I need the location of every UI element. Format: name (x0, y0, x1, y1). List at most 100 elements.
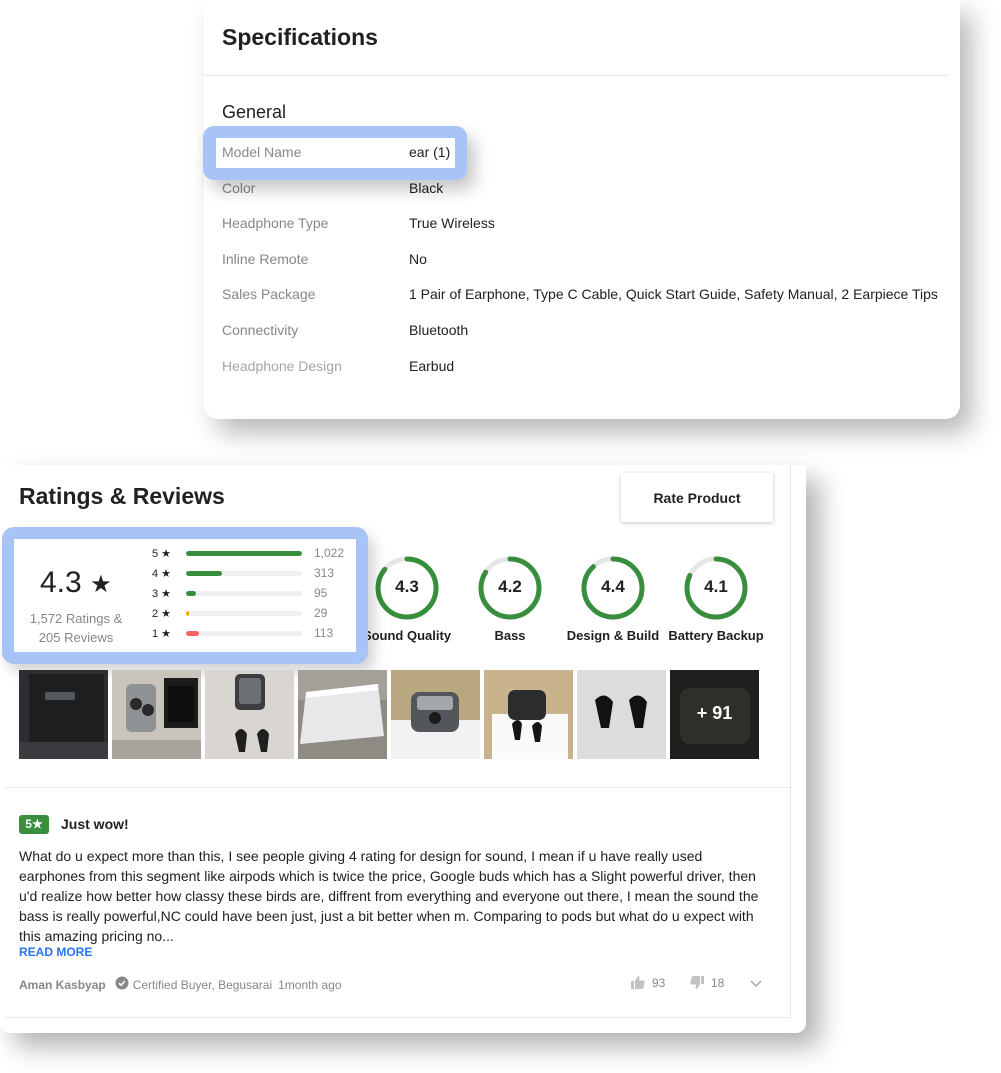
rating-bar-row: 4 ★ 313 (152, 566, 352, 581)
spec-section-title: General (222, 102, 287, 122)
spec-row-color: Color Black (222, 180, 942, 200)
ratings-count: 1,572 Ratings & (29, 611, 123, 626)
photo-two-earbuds (577, 670, 666, 759)
rating-bar-count: 113 (314, 626, 334, 640)
spec-key: Inline Remote (222, 251, 309, 267)
spec-key: Sales Package (222, 286, 316, 302)
specifications-card: Specifications General Color Black Headp… (204, 0, 960, 419)
spec-value: True Wireless (409, 215, 495, 231)
feature-rating-value: 4.4 (601, 577, 625, 596)
spec-key: Model Name (222, 144, 302, 160)
star-icon: ★ (90, 571, 112, 598)
rating-bar-count: 95 (314, 586, 328, 600)
rating-bar-track (186, 611, 302, 616)
ratings-reviews-count: 1,572 Ratings & 205 Reviews (14, 609, 138, 647)
rating-bar-row: 5 ★ 1,022 (152, 546, 352, 561)
rating-bar-fill (186, 631, 199, 636)
rating-bar-count: 29 (314, 606, 328, 620)
divider (204, 75, 948, 76)
rating-bar-row: 3 ★ 95 (152, 586, 352, 601)
divider (4, 787, 790, 788)
rating-bar-fill (186, 551, 302, 556)
spec-value: Bluetooth (409, 322, 469, 338)
average-rating-value: 4.3 (40, 566, 82, 599)
thumbs-up-icon (631, 976, 645, 989)
rating-bar-label: 4 ★ (152, 568, 172, 580)
spec-row-headphone-type: Headphone Type True Wireless (222, 215, 942, 235)
photo-case-with-buds (484, 670, 573, 759)
more-photos-count: + 91 (696, 703, 733, 723)
review-author: Aman Kasbyap (19, 977, 106, 992)
review-photo[interactable] (298, 670, 387, 759)
certified-check-icon (115, 976, 129, 993)
rating-summary: 4.3 ★ 1,572 Ratings & 205 Reviews 5 ★ 1,0… (14, 539, 356, 652)
star-icon: ★ (31, 817, 43, 831)
rating-summary-highlight: 4.3 ★ 1,572 Ratings & 205 Reviews 5 ★ 1,0… (2, 527, 368, 664)
spec-value: 1 Pair of Earphone, Type C Cable, Quick … (409, 286, 938, 302)
reviews-count: 205 Reviews (38, 630, 114, 645)
spec-key: Connectivity (222, 322, 299, 338)
chevron-down-icon[interactable] (749, 976, 763, 995)
read-more-link[interactable]: READ MORE (19, 945, 92, 959)
rating-bar-track (186, 571, 302, 576)
rating-bar-fill (186, 591, 197, 596)
review-time: 1month ago (278, 977, 342, 992)
rating-bar-fill (186, 611, 190, 616)
rating-bar-label: 5 ★ (152, 548, 172, 560)
photo-transparent-case (391, 670, 480, 759)
rating-bar-label: 2 ★ (152, 608, 172, 620)
review-rating-badge: 5★ (19, 815, 49, 834)
rating-bar-label: 1 ★ (152, 628, 172, 640)
review-photo[interactable] (19, 670, 108, 759)
ratings-title: Ratings & Reviews (19, 483, 225, 509)
review-photo[interactable] (484, 670, 573, 759)
rating-bar-row: 2 ★ 29 (152, 606, 352, 621)
rating-bar-count: 1,022 (314, 546, 345, 560)
spec-value: ear (1) (409, 144, 451, 160)
model-name-highlight: Model Name ear (1) (203, 126, 467, 180)
review-photo[interactable] (577, 670, 666, 759)
thumbs-down-icon (690, 976, 704, 989)
card-edge (790, 465, 791, 1020)
review-photo[interactable] (391, 670, 480, 759)
photo-box-closed (298, 670, 387, 759)
review-photo[interactable] (205, 670, 294, 759)
dislike-button[interactable]: 18 (689, 975, 724, 990)
spec-value: Black (409, 180, 444, 196)
feature-rating-label: Battery Backup (668, 628, 764, 643)
spec-row-sales-package: Sales Package 1 Pair of Earphone, Type C… (222, 286, 942, 306)
dislike-count: 18 (711, 975, 725, 990)
rating-bar-track (186, 631, 302, 636)
rating-bar-fill (186, 571, 222, 576)
spec-row-connectivity: Connectivity Bluetooth (222, 322, 942, 342)
review-title: Just wow! (61, 816, 129, 832)
specifications-title: Specifications (222, 24, 378, 50)
review-photo-more[interactable]: + 91 (670, 670, 759, 759)
spec-key: Headphone Type (222, 215, 329, 231)
spec-row-inline-remote: Inline Remote No (222, 251, 942, 271)
photo-earbuds-box (19, 670, 108, 759)
rate-product-button[interactable]: Rate Product (621, 473, 773, 522)
review-body: What do u expect more than this, I see p… (19, 848, 759, 944)
spec-key: Headphone Design (222, 358, 342, 374)
certified-buyer: Certified Buyer, Begusarai (132, 977, 273, 992)
like-button[interactable]: 93 (630, 975, 665, 990)
spec-key: Color (222, 180, 256, 196)
feature-rating-value: 4.1 (704, 577, 728, 596)
photo-earbuds-open (205, 670, 294, 759)
rating-bar-track (186, 551, 302, 556)
like-count: 93 (652, 975, 666, 990)
review-rating-value: 5 (25, 817, 32, 831)
rating-bar-count: 313 (314, 566, 335, 580)
rating-bar-label: 3 ★ (152, 588, 172, 600)
rating-bar-row: 1 ★ 113 (152, 626, 352, 641)
feature-rating-value: 4.2 (498, 577, 522, 596)
spec-row-headphone-design: Headphone Design Earbud (222, 358, 942, 378)
feature-rating: 4.1 Battery Backup (656, 556, 776, 646)
review-photo[interactable] (112, 670, 201, 759)
review-meta: Aman Kasbyap Certified Buyer, Begusarai … (19, 976, 342, 993)
spec-value: Earbud (409, 358, 455, 374)
average-rating: 4.3 ★ (40, 566, 112, 600)
rating-bar-track (186, 591, 302, 596)
divider (4, 1017, 790, 1018)
